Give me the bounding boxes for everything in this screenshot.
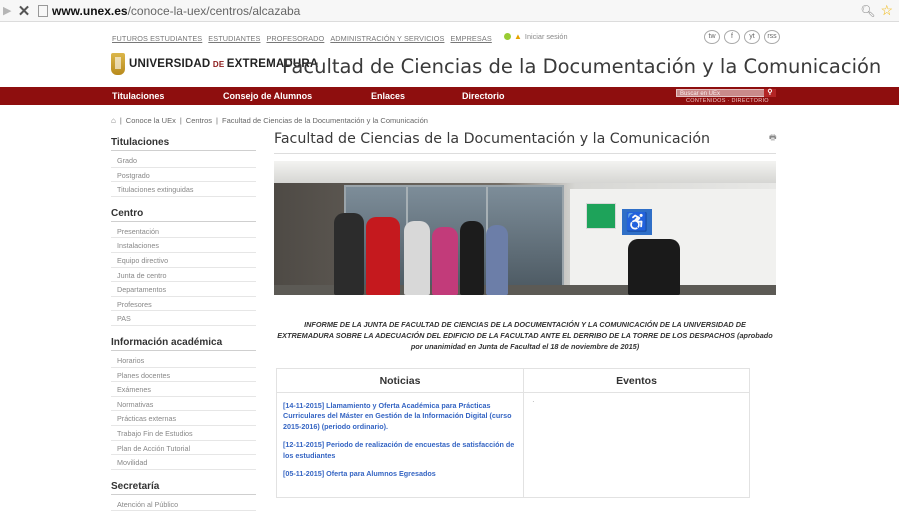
sidebar-heading: Información académica bbox=[111, 335, 256, 351]
social-links: tw f yt rss bbox=[704, 30, 780, 44]
sidebar-item-planes[interactable]: Planes docentes bbox=[111, 368, 256, 383]
sidebar-item-practicas[interactable]: Prácticas externas bbox=[111, 411, 256, 426]
search-icon[interactable]: ⚲ bbox=[764, 89, 776, 97]
url-host: www.unex.es bbox=[52, 3, 128, 18]
nav-consejo-alumnos[interactable]: Consejo de Alumnos bbox=[223, 91, 312, 101]
hero-image: ♿ bbox=[274, 161, 776, 295]
hero-person bbox=[486, 225, 508, 295]
news-item[interactable]: [12-11-2015] Periodo de realización de e… bbox=[277, 440, 523, 461]
hero-person bbox=[628, 239, 680, 295]
hero-person bbox=[404, 221, 430, 295]
youtube-icon[interactable]: yt bbox=[744, 30, 760, 44]
status-dot-icon bbox=[504, 33, 511, 40]
breadcrumb-centros[interactable]: Centros bbox=[186, 116, 212, 125]
breadcrumb-facultad[interactable]: Facultad de Ciencias de la Documentación… bbox=[222, 116, 428, 125]
bookmark-star-icon[interactable]: ☆ bbox=[880, 2, 893, 19]
crest-icon bbox=[111, 53, 125, 75]
hero-person bbox=[432, 227, 458, 295]
page-title: Facultad de Ciencias de la Documentación… bbox=[274, 131, 711, 147]
news-item[interactable]: [05-11-2015] Oferta para Alumnos Egresad… bbox=[277, 469, 523, 480]
breadcrumb-sep: | bbox=[216, 116, 218, 125]
sidebar-item-profesores[interactable]: Profesores bbox=[111, 297, 256, 312]
warning-icon: ▲ bbox=[514, 32, 522, 41]
print-icon[interactable]: 🖶 bbox=[769, 132, 777, 146]
hero-person bbox=[460, 221, 484, 295]
search-scope[interactable]: CONTENIDOS · DIRECTORIO bbox=[686, 98, 769, 104]
news-column: Noticias [14-11-2015] Llamamiento y Ofer… bbox=[276, 367, 524, 498]
top-links: Futuros estudiantes Estudiantes Profesor… bbox=[112, 34, 492, 43]
hero-person bbox=[366, 217, 400, 295]
zoom-icon[interactable]: 🔍︎ bbox=[860, 4, 875, 18]
url-path: /conoce-la-uex/centros/alcazaba bbox=[127, 3, 301, 18]
toplink-administracion[interactable]: Administración y servicios bbox=[330, 34, 444, 43]
search-input[interactable]: Buscar en UEx bbox=[676, 89, 766, 97]
breadcrumb-sep: | bbox=[179, 116, 182, 125]
toplink-futuros[interactable]: Futuros estudiantes bbox=[112, 34, 202, 43]
events-header: Eventos bbox=[524, 369, 749, 393]
twitter-icon[interactable]: tw bbox=[704, 30, 720, 44]
browser-toolbar: ▶ ✕ www.unex.es/conoce-la-uex/centros/al… bbox=[0, 0, 899, 22]
toplink-empresas[interactable]: Empresas bbox=[450, 34, 491, 43]
events-empty-marker: · bbox=[532, 396, 535, 406]
title-divider bbox=[274, 153, 776, 154]
back-arrow-icon[interactable]: ▶ bbox=[3, 4, 13, 17]
sidebar-item-grado[interactable]: Grado bbox=[111, 153, 256, 168]
sidebar-group-secretaria: Secretaría Atención al Público bbox=[111, 479, 256, 512]
facebook-icon[interactable]: f bbox=[724, 30, 740, 44]
sidebar-item-horarios[interactable]: Horarios bbox=[111, 353, 256, 368]
sidebar-item-pat[interactable]: Plan de Acción Tutorial bbox=[111, 441, 256, 456]
news-events-tables: Noticias [14-11-2015] Llamamiento y Ofer… bbox=[276, 367, 750, 498]
sidebar-group-centro: Centro Presentación Instalaciones Equipo… bbox=[111, 206, 256, 326]
sidebar-group-titulaciones: Titulaciones Grado Postgrado Titulacione… bbox=[111, 135, 256, 197]
sidebar-item-examenes[interactable]: Exámenes bbox=[111, 382, 256, 397]
breadcrumb-conoce[interactable]: Conoce la UEx bbox=[126, 116, 176, 125]
logo-text-a: UNIVERSIDAD bbox=[129, 58, 211, 70]
sidebar-item-junta[interactable]: Junta de centro bbox=[111, 268, 256, 283]
sidebar-item-extinguidas[interactable]: Titulaciones extinguidas bbox=[111, 182, 256, 197]
login-label: Iniciar sesión bbox=[524, 32, 568, 41]
sidebar: Titulaciones Grado Postgrado Titulacione… bbox=[111, 135, 256, 520]
sidebar-item-atencion[interactable]: Atención al Público bbox=[111, 497, 256, 512]
home-icon[interactable]: ⌂ bbox=[111, 116, 116, 125]
nav-directorio[interactable]: Directorio bbox=[462, 91, 505, 101]
events-column: Eventos · bbox=[524, 367, 750, 498]
sidebar-item-equipo[interactable]: Equipo directivo bbox=[111, 253, 256, 268]
logo-text-b: DE bbox=[210, 60, 227, 69]
toplink-profesorado[interactable]: Profesorado bbox=[266, 34, 324, 43]
sidebar-group-informacion: Información académica Horarios Planes do… bbox=[111, 335, 256, 470]
sidebar-heading: Secretaría bbox=[111, 479, 256, 495]
sidebar-heading: Titulaciones bbox=[111, 135, 256, 151]
main-content: Facultad de Ciencias de la Documentación… bbox=[274, 131, 777, 498]
nav-enlaces[interactable]: Enlaces bbox=[371, 91, 405, 101]
breadcrumb: ⌂ | Conoce la UEx | Centros | Facultad d… bbox=[111, 116, 428, 125]
news-header: Noticias bbox=[277, 369, 523, 393]
sidebar-item-pas[interactable]: PAS bbox=[111, 311, 256, 326]
sidebar-item-instalaciones[interactable]: Instalaciones bbox=[111, 238, 256, 253]
exit-sign-icon bbox=[586, 203, 616, 229]
sidebar-heading: Centro bbox=[111, 206, 256, 222]
sidebar-item-tfe[interactable]: Trabajo Fin de Estudios bbox=[111, 426, 256, 441]
hero-roof bbox=[274, 161, 776, 183]
sidebar-item-postgrado[interactable]: Postgrado bbox=[111, 168, 256, 183]
login-link[interactable]: ▲ Iniciar sesión bbox=[504, 32, 568, 41]
sidebar-item-presentacion[interactable]: Presentación bbox=[111, 224, 256, 239]
address-bar[interactable]: www.unex.es/conoce-la-uex/centros/alcaza… bbox=[52, 4, 300, 18]
main-nav: Titulaciones Consejo de Alumnos Enlaces … bbox=[0, 87, 899, 105]
hero-person bbox=[334, 213, 364, 295]
toplink-estudiantes[interactable]: Estudiantes bbox=[208, 34, 260, 43]
breadcrumb-sep: | bbox=[119, 116, 122, 125]
sidebar-item-normativas[interactable]: Normativas bbox=[111, 397, 256, 412]
page-icon bbox=[38, 4, 48, 17]
site-title[interactable]: Facultad de Ciencias de la Documentación… bbox=[282, 55, 881, 78]
sidebar-item-departamentos[interactable]: Departamentos bbox=[111, 282, 256, 297]
notice-link[interactable]: INFORME DE LA JUNTA DE FACULTAD DE CIENC… bbox=[274, 319, 776, 353]
nav-titulaciones[interactable]: Titulaciones bbox=[112, 91, 164, 101]
rss-icon[interactable]: rss bbox=[764, 30, 780, 44]
news-item[interactable]: [14-11-2015] Llamamiento y Oferta Académ… bbox=[277, 401, 523, 433]
sidebar-item-movilidad[interactable]: Movilidad bbox=[111, 455, 256, 470]
accessibility-sign-icon: ♿ bbox=[622, 209, 652, 235]
close-icon[interactable]: ✕ bbox=[16, 2, 32, 20]
